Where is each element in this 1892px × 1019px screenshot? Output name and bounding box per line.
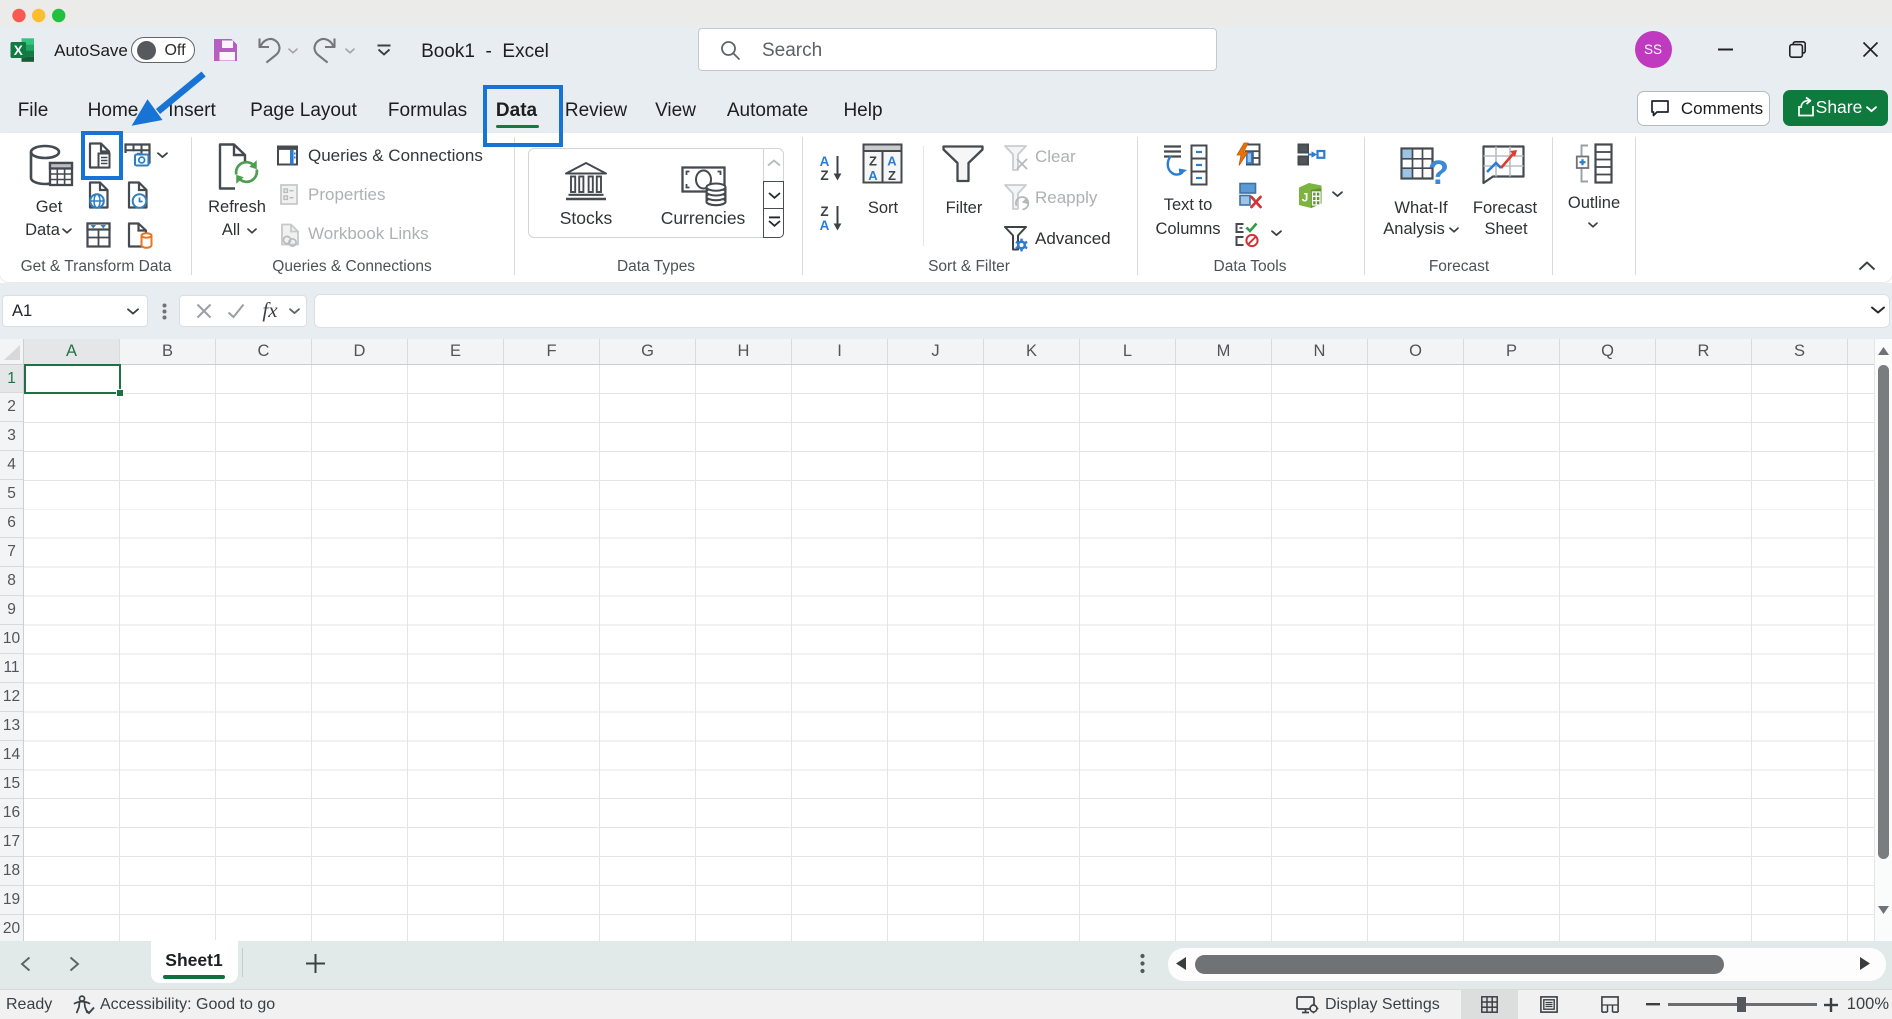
svg-text:A: A [820,218,830,233]
svg-text:A: A [887,154,897,169]
svg-text:Z: Z [820,204,828,219]
svg-text:A: A [820,154,830,169]
svg-text:X: X [14,43,23,58]
svg-text:?: ? [1428,154,1449,192]
svg-text:J: J [1302,191,1309,205]
svg-text:Z: Z [869,154,877,169]
svg-text:Z: Z [820,168,828,183]
svg-text:Z: Z [888,168,896,183]
svg-text:A: A [868,168,878,183]
